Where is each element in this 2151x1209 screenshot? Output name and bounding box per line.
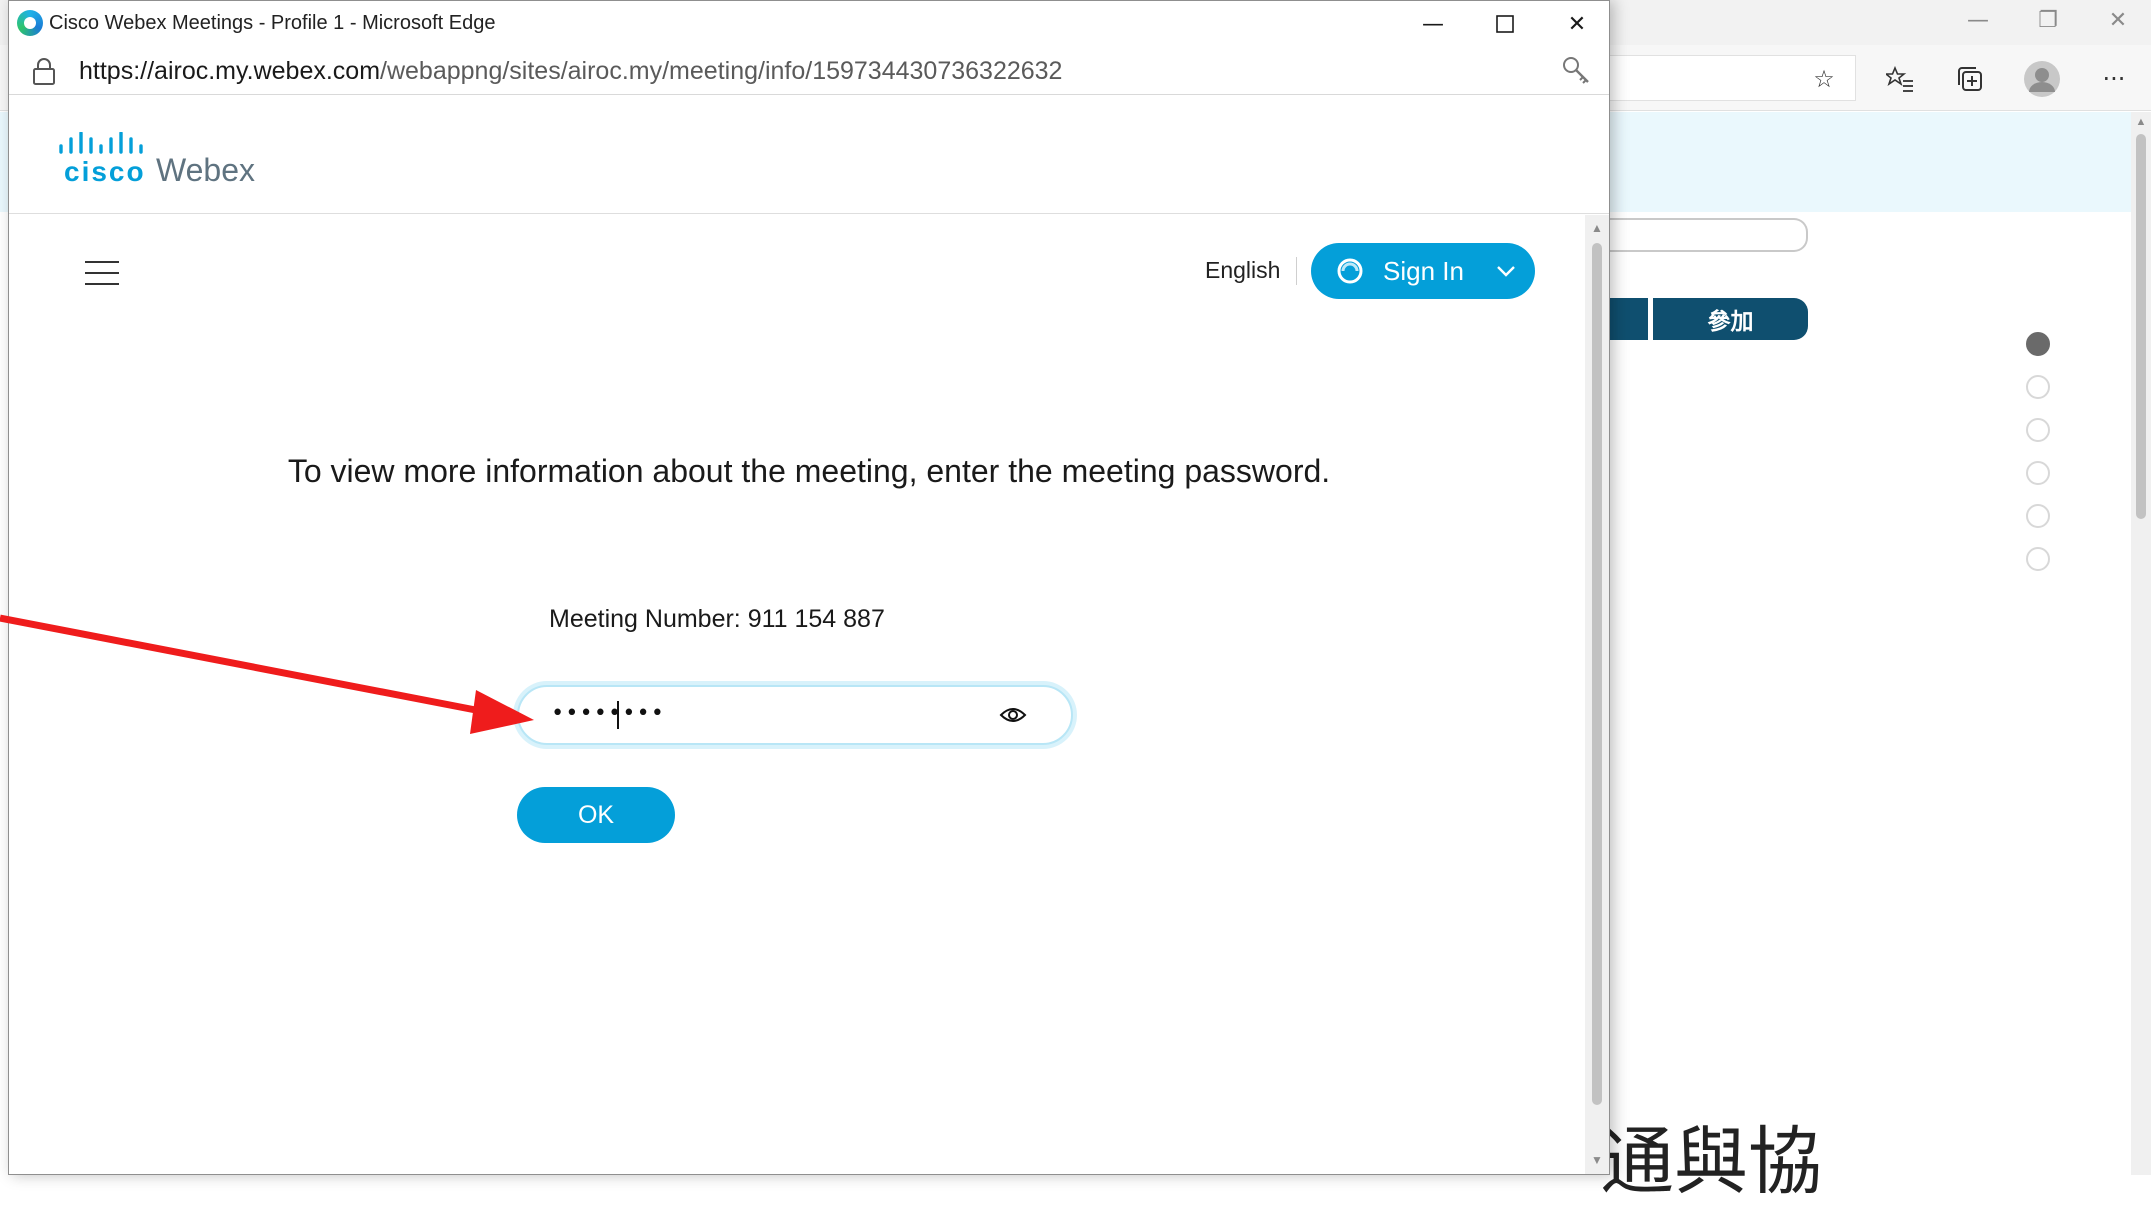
edge-logo-icon [17, 10, 43, 36]
more-options-icon[interactable]: ··· [2092, 57, 2136, 101]
url-path: /webappng/sites/airoc.my/meeting/info/15… [380, 57, 1063, 85]
text-caret [617, 701, 619, 729]
pagination-dot[interactable] [2026, 375, 2050, 399]
background-restore-button[interactable]: ❐ [2013, 0, 2083, 40]
url-text[interactable]: https://airoc.my.webex.com/webappng/site… [79, 57, 1062, 86]
lock-icon [33, 58, 55, 85]
webex-swirl-icon [1337, 258, 1363, 284]
window-title: Cisco Webex Meetings - Profile 1 - Micro… [49, 12, 496, 34]
background-close-button[interactable]: ✕ [2083, 0, 2151, 40]
webex-logo-text: Webex [156, 152, 256, 188]
close-button[interactable]: ✕ [1541, 1, 1609, 47]
pagination-dot[interactable] [2026, 418, 2050, 442]
background-minimize-button[interactable]: — [1943, 0, 2013, 40]
background-scroll-thumb[interactable] [2136, 134, 2146, 519]
popup-titlebar: Cisco Webex Meetings - Profile 1 - Micro… [9, 1, 1609, 47]
pagination-dot[interactable] [2026, 504, 2050, 528]
scroll-thumb[interactable] [1592, 243, 1602, 1105]
key-icon[interactable] [1561, 55, 1591, 85]
scroll-up-icon[interactable]: ▲ [1585, 221, 1609, 237]
collections-icon[interactable] [1948, 57, 1992, 101]
webex-header: cisco Webex [9, 96, 1609, 214]
pagination-dot[interactable] [2026, 547, 2050, 571]
header-divider [1296, 257, 1297, 285]
popup-scrollbar[interactable]: ▲ ▼ [1585, 215, 1609, 1174]
background-scrollbar[interactable]: ▲ [2131, 112, 2151, 1175]
sign-in-button[interactable]: Sign In [1311, 243, 1535, 299]
collections-glyph-icon [1958, 67, 1982, 91]
pagination-dot[interactable] [2026, 461, 2050, 485]
webex-popup-window: Cisco Webex Meetings - Profile 1 - Micro… [8, 0, 1610, 1175]
minimize-button[interactable]: — [1397, 1, 1469, 47]
hamburger-menu-icon[interactable] [85, 259, 119, 287]
favorites-list-icon[interactable] [1878, 57, 1922, 101]
meeting-number: Meeting Number: 911 154 887 [549, 605, 885, 633]
scroll-down-icon[interactable]: ▼ [1585, 1153, 1609, 1169]
address-bar[interactable]: https://airoc.my.webex.com/webappng/site… [9, 47, 1609, 95]
favorite-star-icon[interactable]: ☆ [1802, 57, 1846, 101]
cisco-logo-text: cisco [64, 156, 146, 187]
favorites-icon [1886, 66, 1913, 92]
maximize-button[interactable] [1469, 1, 1541, 47]
sign-in-label: Sign In [1383, 256, 1464, 286]
chevron-down-icon [1497, 266, 1515, 277]
meeting-password-input[interactable]: •••••••• [517, 685, 1073, 745]
cisco-bars-icon [59, 132, 143, 154]
background-partial-heading: 通與協 [1600, 1119, 1822, 1205]
ok-button[interactable]: OK [517, 787, 675, 843]
language-selector[interactable]: English [1205, 257, 1280, 284]
password-masked-value: •••••••• [551, 701, 665, 726]
background-join-button[interactable]: 參加 [1653, 298, 1808, 340]
url-host: https://airoc.my.webex.com [79, 57, 381, 85]
pagination-dot[interactable] [2026, 332, 2050, 356]
info-message: To view more information about the meeti… [287, 453, 1331, 489]
background-scroll-up-icon[interactable]: ▲ [2131, 116, 2151, 132]
show-password-eye-icon[interactable] [999, 704, 1027, 726]
page-content: English Sign In To view more information… [9, 215, 1584, 1174]
avatar-icon [2024, 61, 2060, 97]
profile-avatar[interactable] [2020, 57, 2064, 101]
maximize-icon [1496, 15, 1514, 33]
